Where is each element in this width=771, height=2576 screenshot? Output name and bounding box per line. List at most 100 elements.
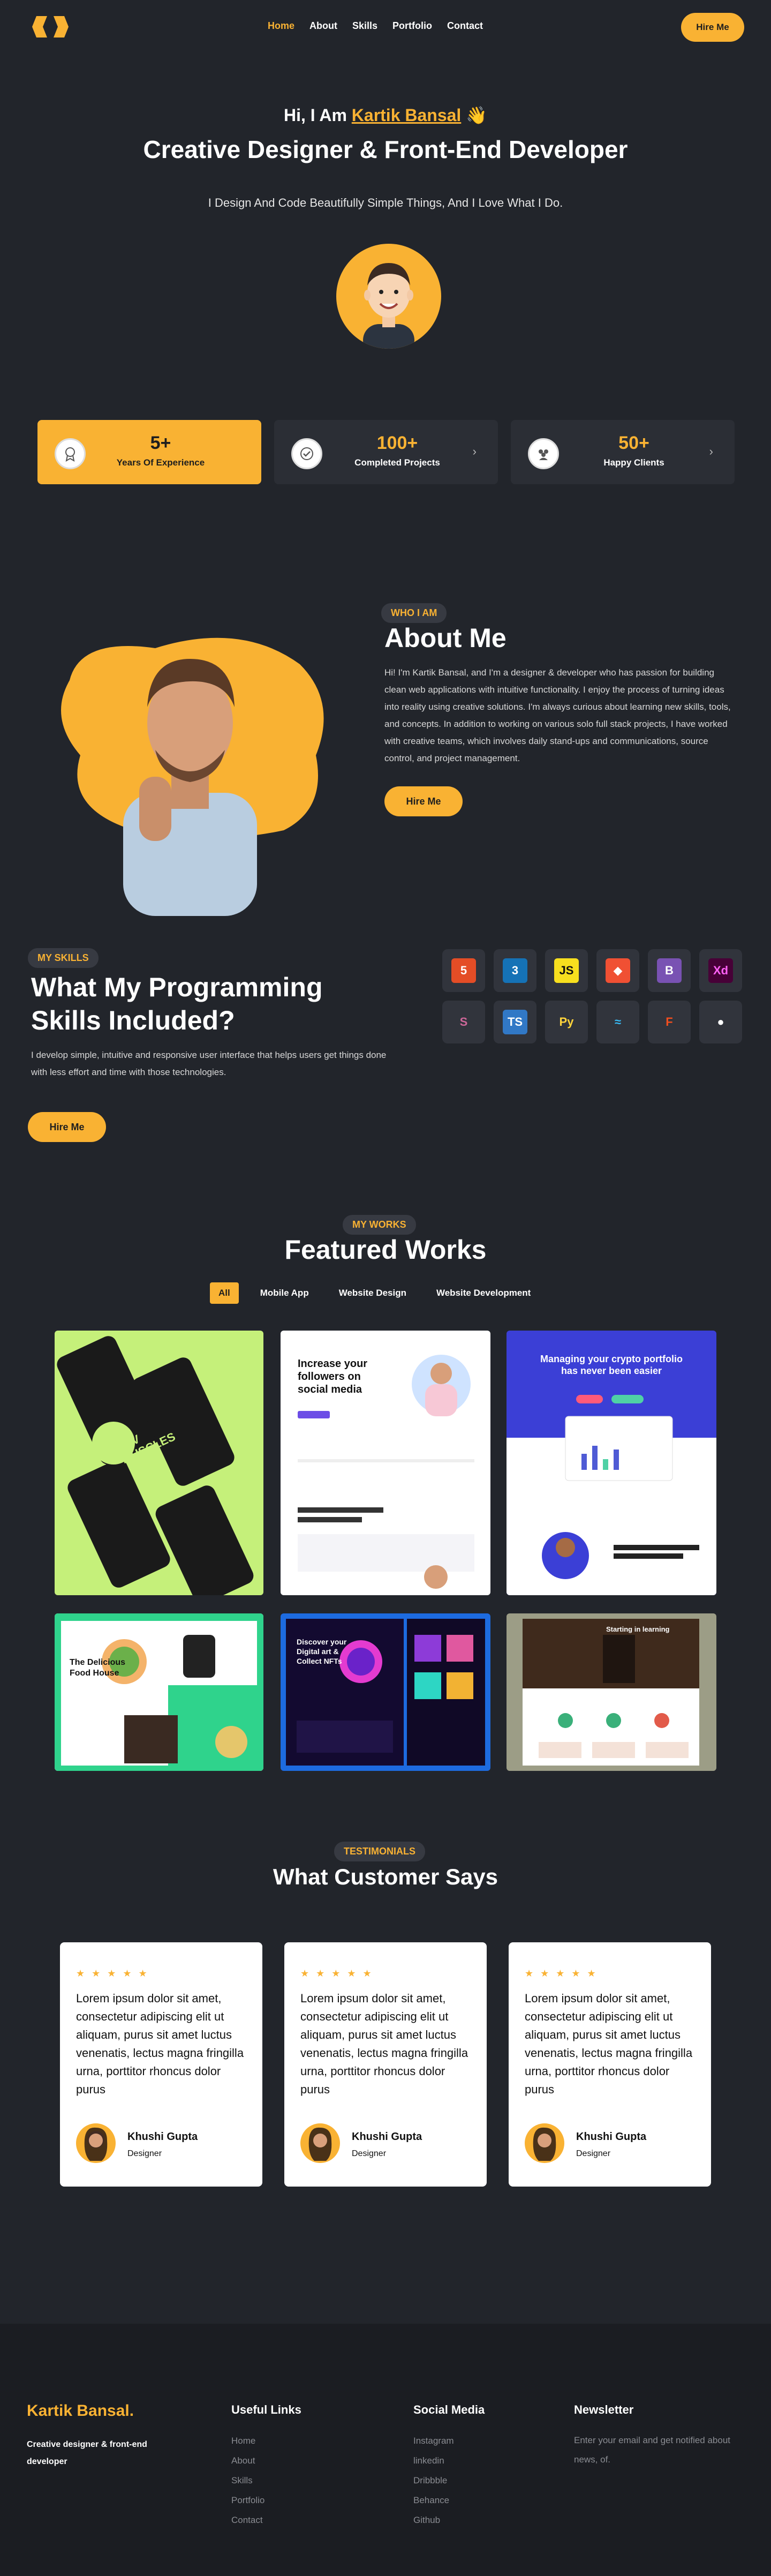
nav-about[interactable]: About xyxy=(309,20,337,32)
stat-card-projects[interactable]: 100+ Completed Projects › xyxy=(274,420,498,484)
footer-link-contact[interactable]: Contact xyxy=(231,2510,301,2530)
nav-skills[interactable]: Skills xyxy=(352,20,377,32)
chevron-right-icon: › xyxy=(472,445,477,458)
stat-value: 50+ xyxy=(618,433,649,453)
newsletter-text: Enter your email and get notified about … xyxy=(574,2435,731,2465)
footer-link-behance[interactable]: Behance xyxy=(413,2490,485,2510)
footer-useful-links: Useful Links Home About Skills Portfolio… xyxy=(231,2403,301,2530)
skill-tile: S xyxy=(442,1001,485,1043)
testimonial-card: ★ ★ ★ ★ ★ Lorem ipsum dolor sit amet, co… xyxy=(60,1942,262,2187)
footer-link-linkedin[interactable]: linkedin xyxy=(413,2451,485,2470)
hero-name: Kartik Bansal xyxy=(351,106,462,125)
testimonial-name: Khushi Gupta xyxy=(352,2131,422,2143)
about-title: About Me xyxy=(384,623,507,653)
stat-label: Happy Clients xyxy=(603,457,664,468)
filter-all[interactable]: All xyxy=(210,1282,239,1304)
footer-link-instagram[interactable]: Instagram xyxy=(413,2431,485,2451)
testimonial-quote: Lorem ipsum dolor sit amet, consectetur … xyxy=(76,1992,244,2096)
stat-label: Completed Projects xyxy=(354,457,440,468)
avatar xyxy=(300,2123,340,2163)
skills-pill: MY SKILLS xyxy=(28,948,99,968)
skills-text: I develop simple, intuitive and responsi… xyxy=(31,1050,387,1077)
tailwind-icon: ≈ xyxy=(606,1010,630,1034)
testimonial-name: Khushi Gupta xyxy=(127,2131,198,2143)
skill-tile: ● xyxy=(699,1001,742,1043)
filter-mobile-app[interactable]: Mobile App xyxy=(252,1282,318,1304)
nav-portfolio[interactable]: Portfolio xyxy=(392,20,432,32)
testimonials-title: What Customer Says xyxy=(273,1864,498,1889)
footer-tagline: Creative designer & front-end developer xyxy=(27,2440,147,2466)
testimonial-quote: Lorem ipsum dolor sit amet, consectetur … xyxy=(300,1992,468,2096)
skill-tile: JS xyxy=(545,949,588,992)
hero-subtitle: I Design And Code Beautifully Simple Thi… xyxy=(208,196,563,209)
avatar xyxy=(525,2123,564,2163)
footer-col-title: Social Media xyxy=(413,2403,485,2416)
footer-link-dribbble[interactable]: Dribbble xyxy=(413,2470,485,2490)
github-icon: ● xyxy=(708,1010,733,1034)
skills-hire-button[interactable]: Hire Me xyxy=(28,1112,106,1142)
testimonial-role: Designer xyxy=(127,2149,162,2158)
work-card-crypto-portfolio[interactable]: Managing your crypto portfolio has never… xyxy=(507,1331,716,1595)
work-card-social-followers[interactable]: Increase your followers on social media xyxy=(281,1331,490,1595)
testimonial-name: Khushi Gupta xyxy=(576,2131,647,2143)
rating-stars-icon: ★ ★ ★ ★ ★ xyxy=(525,1968,598,1979)
logo-icon[interactable] xyxy=(31,12,70,42)
nav-links: Home About Skills Portfolio Contact xyxy=(268,20,483,32)
users-icon xyxy=(528,438,559,469)
hero-avatar xyxy=(336,244,441,349)
filter-website-design[interactable]: Website Design xyxy=(330,1282,415,1304)
footer-link-github[interactable]: Github xyxy=(413,2510,485,2530)
typescript-icon: TS xyxy=(503,1010,527,1034)
footer: Kartik Bansal. Creative designer & front… xyxy=(0,2324,771,2576)
rating-stars-icon: ★ ★ ★ ★ ★ xyxy=(76,1968,149,1979)
skill-tile: Xd xyxy=(699,949,742,992)
skill-tile: Py xyxy=(545,1001,588,1043)
skill-icon-grid: 5 3 JS ◆ B Xd S TS Py ≈ F ● xyxy=(442,949,742,1043)
footer-col-title: Newsletter xyxy=(574,2403,634,2416)
work-card-dev-muscles[interactable]: DEV MUSCLES xyxy=(55,1331,263,1595)
figma-icon: F xyxy=(657,1010,682,1034)
footer-link-skills[interactable]: Skills xyxy=(231,2470,301,2490)
hire-me-button[interactable]: Hire Me xyxy=(681,13,744,42)
about-portrait xyxy=(48,616,337,916)
footer-col-title: Useful Links xyxy=(231,2403,301,2416)
filter-website-development[interactable]: Website Development xyxy=(428,1282,539,1304)
hero-greeting: Hi, I Am Kartik Bansal 👋 xyxy=(0,105,771,125)
testimonial-role: Designer xyxy=(576,2149,611,2158)
testimonial-card: ★ ★ ★ ★ ★ Lorem ipsum dolor sit amet, co… xyxy=(284,1942,487,2187)
skill-tile: 5 xyxy=(442,949,485,992)
works-title: Featured Works xyxy=(284,1235,487,1265)
footer-link-home[interactable]: Home xyxy=(231,2431,301,2451)
avatar xyxy=(76,2123,116,2163)
skill-tile: ◆ xyxy=(596,949,639,992)
work-card-nft[interactable]: Discover your Digital art & Collect NFTs xyxy=(281,1613,490,1771)
work-card-food-house[interactable]: The Delicious Food House xyxy=(55,1613,263,1771)
skill-tile: TS xyxy=(494,1001,536,1043)
sass-icon: S xyxy=(451,1010,476,1034)
about-hire-button[interactable]: Hire Me xyxy=(384,786,463,816)
works-pill: MY WORKS xyxy=(343,1215,416,1235)
wave-icon: 👋 xyxy=(466,106,488,125)
award-icon xyxy=(55,438,86,469)
python-icon: Py xyxy=(554,1010,579,1034)
footer-link-about[interactable]: About xyxy=(231,2451,301,2470)
git-icon: ◆ xyxy=(606,958,630,983)
stat-card-clients[interactable]: 50+ Happy Clients › xyxy=(511,420,735,484)
footer-link-portfolio[interactable]: Portfolio xyxy=(231,2490,301,2510)
check-circle-icon xyxy=(291,438,322,469)
stat-label: Years Of Experience xyxy=(116,457,205,468)
adobe-xd-icon: Xd xyxy=(708,958,733,983)
rating-stars-icon: ★ ★ ★ ★ ★ xyxy=(300,1968,374,1979)
about-pill: WHO I AM xyxy=(381,603,447,623)
greeting-text: Hi, I Am xyxy=(283,106,347,125)
footer-brand[interactable]: Kartik Bansal. xyxy=(27,2402,134,2420)
testimonial-role: Designer xyxy=(352,2149,387,2158)
footer-social-media: Social Media Instagram linkedin Dribbble… xyxy=(413,2403,485,2530)
page: Home About Skills Portfolio Contact Hire… xyxy=(0,0,771,2576)
hero-title: Creative Designer & Front-End Developer xyxy=(143,136,628,163)
nav-home[interactable]: Home xyxy=(268,20,294,32)
nav-contact[interactable]: Contact xyxy=(447,20,483,32)
stat-card-experience[interactable]: 5+ Years Of Experience xyxy=(37,420,261,484)
work-caption: Starting in learning xyxy=(606,1625,670,1633)
work-card-library[interactable]: Starting in learning xyxy=(507,1613,716,1771)
